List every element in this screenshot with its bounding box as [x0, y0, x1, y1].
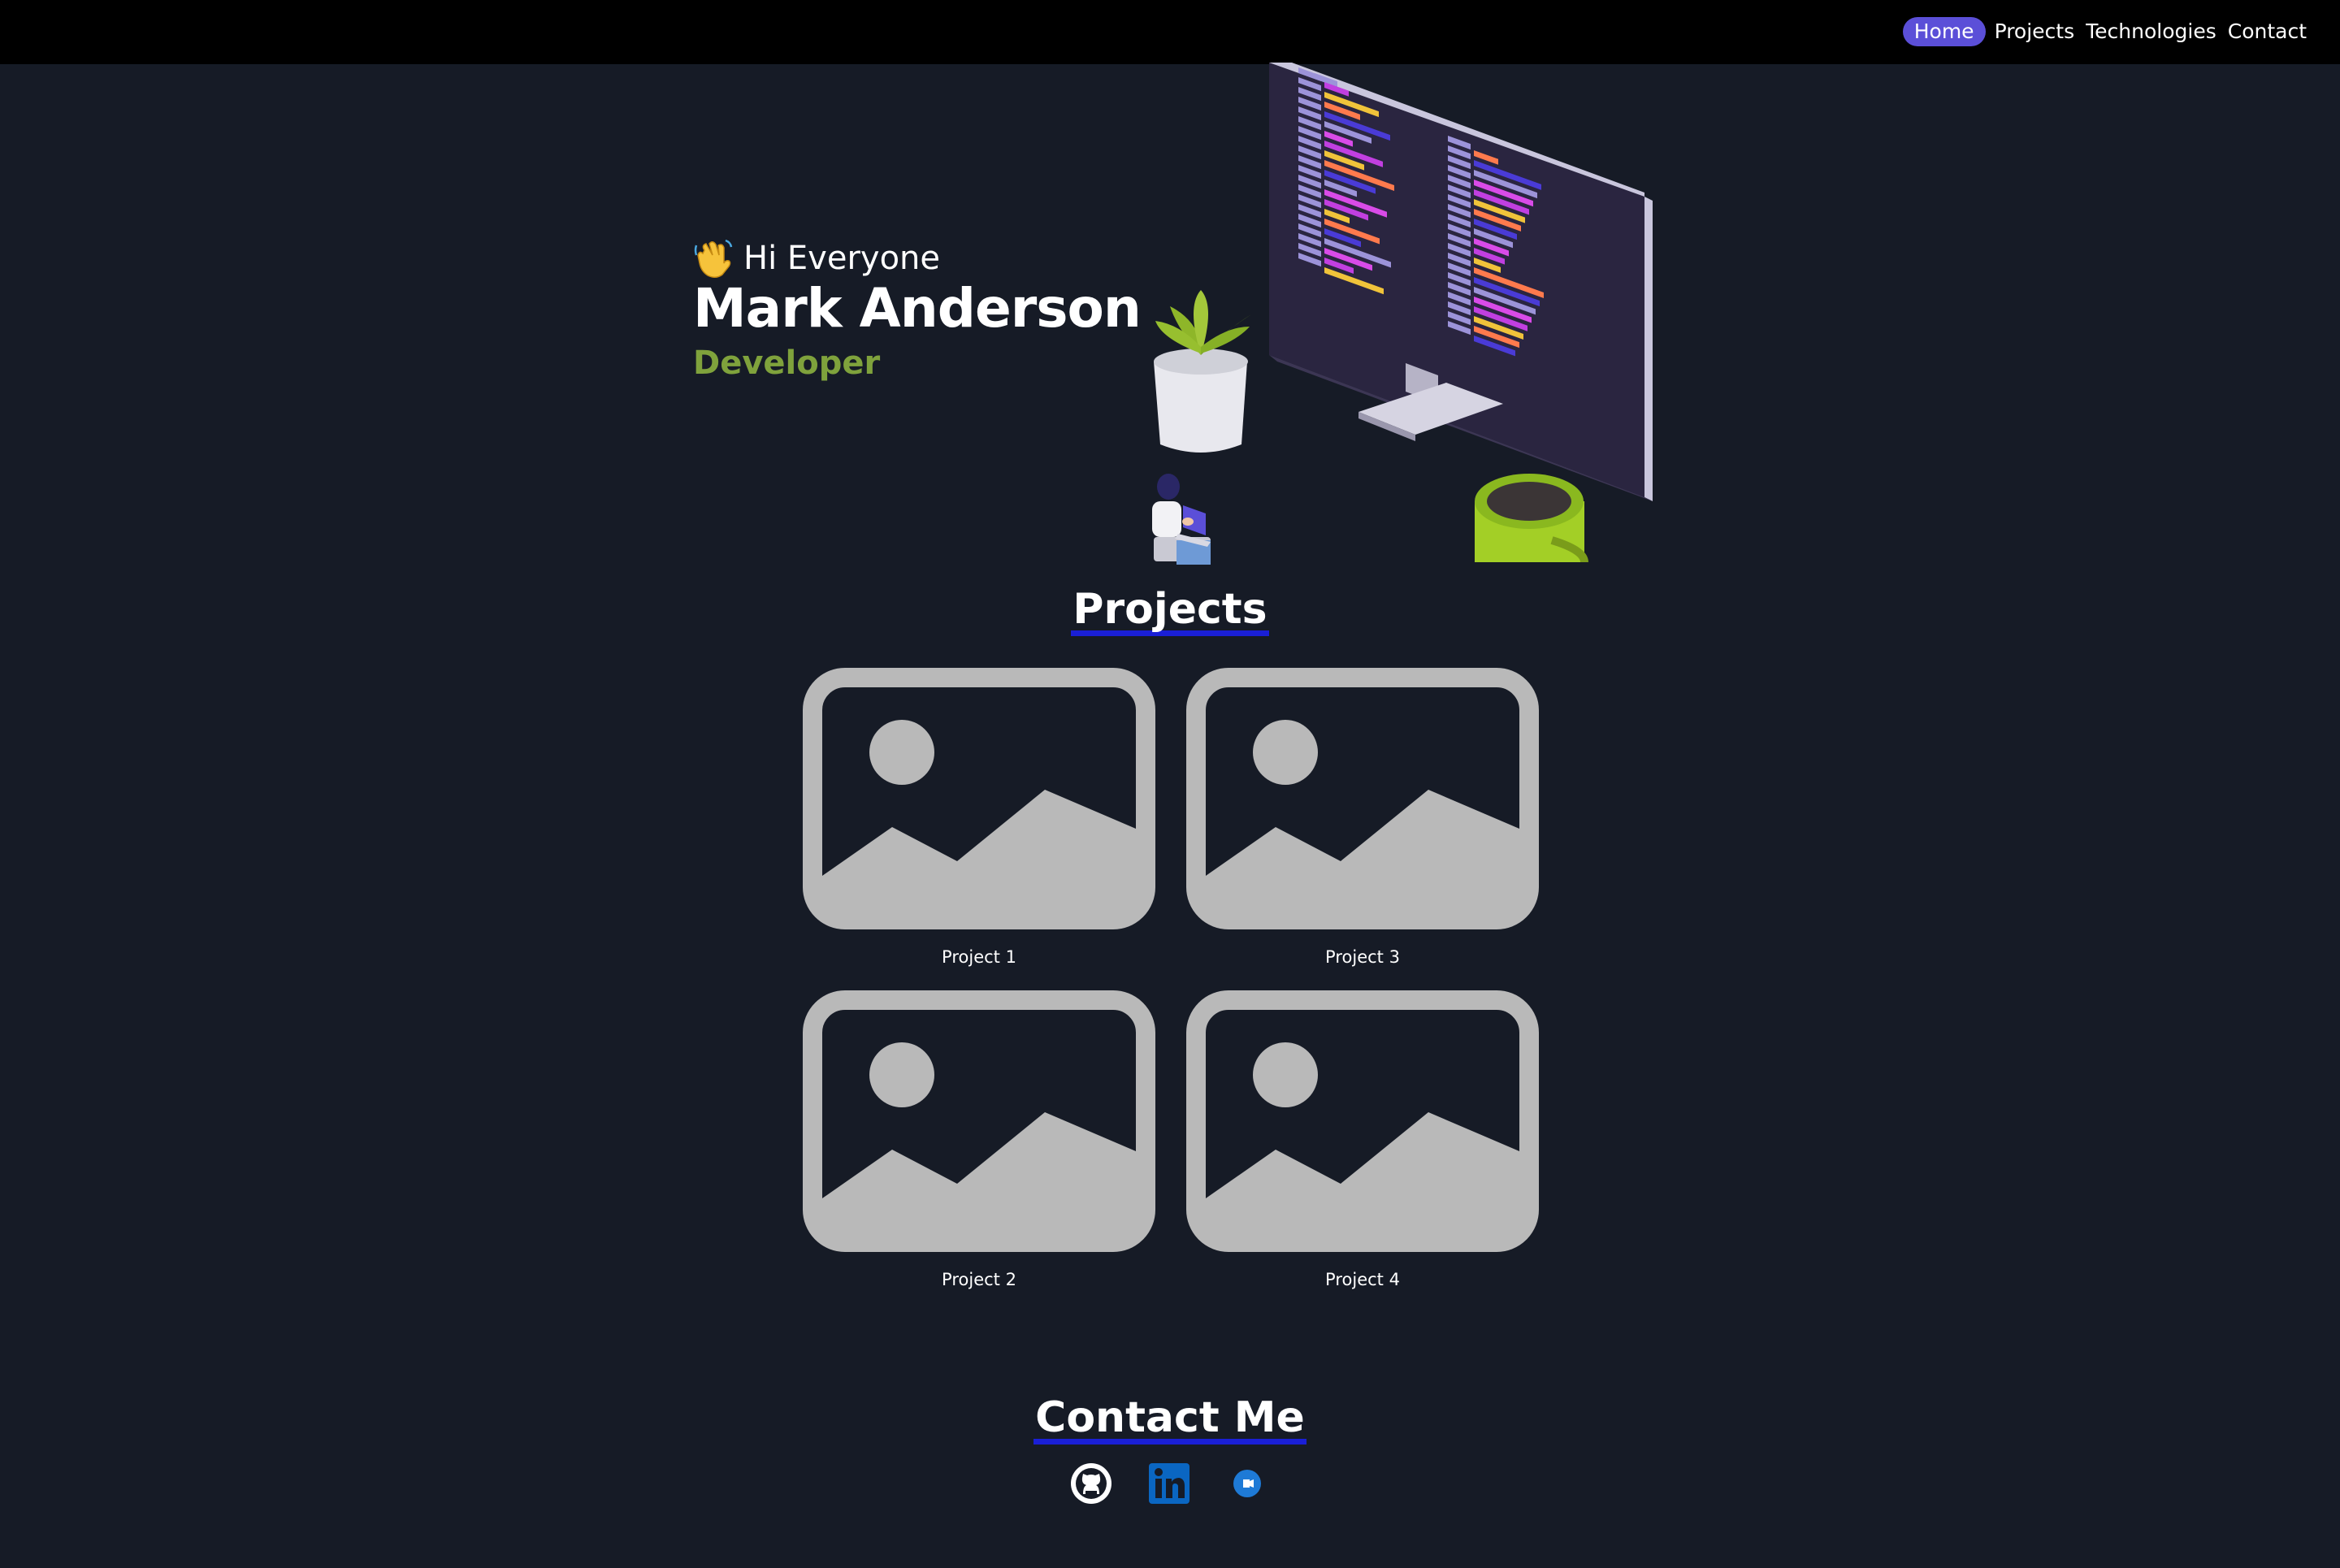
linkedin-link[interactable]: [1147, 1462, 1191, 1505]
projects-heading: Projects: [0, 585, 2340, 636]
github-icon: [1071, 1463, 1112, 1504]
project-caption: Project 2: [942, 1270, 1016, 1289]
project-card-3[interactable]: Project 3: [1186, 668, 1539, 968]
top-nav-bar: Home Projects Technologies Contact: [0, 0, 2340, 64]
nav-home-link[interactable]: Home: [1902, 17, 1986, 46]
nav-projects-link[interactable]: Projects: [1992, 17, 2078, 46]
github-link[interactable]: [1069, 1462, 1113, 1505]
project-caption: Project 1: [942, 947, 1016, 967]
person-illustration: [1152, 474, 1211, 565]
project-caption: Project 3: [1325, 947, 1400, 967]
hero-intro: Hi Everyone Mark Anderson Developer: [693, 236, 1142, 382]
chat-link[interactable]: [1225, 1462, 1269, 1505]
main-nav: Home Projects Technologies Contact: [1902, 17, 2309, 46]
contact-heading: Contact Me: [0, 1393, 2340, 1445]
project-card-2[interactable]: Project 2: [803, 990, 1155, 1291]
project-card-1[interactable]: Project 1: [803, 668, 1155, 968]
plant-illustration: [1154, 290, 1251, 453]
project-caption: Project 4: [1325, 1270, 1400, 1289]
waving-hand-icon: [694, 239, 733, 278]
project-card-4[interactable]: Project 4: [1186, 990, 1539, 1291]
image-placeholder-icon: [1186, 668, 1539, 929]
developer-desk-illustration: [1152, 63, 1653, 565]
linkedin-icon: [1149, 1463, 1190, 1504]
image-placeholder-icon: [1186, 990, 1539, 1252]
greeting: Hi Everyone: [693, 236, 1141, 281]
mug-illustration: [1475, 474, 1588, 563]
image-placeholder-icon: [803, 990, 1155, 1252]
project-grid: Project 1 Project 3 Project 2 Project 4: [803, 668, 1539, 1302]
hero-role: Developer: [693, 344, 881, 382]
chat-icon: [1233, 1470, 1261, 1497]
nav-technologies-link[interactable]: Technologies: [2083, 17, 2219, 46]
image-placeholder-icon: [803, 668, 1155, 929]
hero-name: Mark Anderson: [693, 277, 1142, 340]
greeting-text: Hi Everyone: [743, 240, 941, 277]
social-links: [1069, 1459, 1269, 1508]
nav-contact-link[interactable]: Contact: [2225, 17, 2309, 46]
